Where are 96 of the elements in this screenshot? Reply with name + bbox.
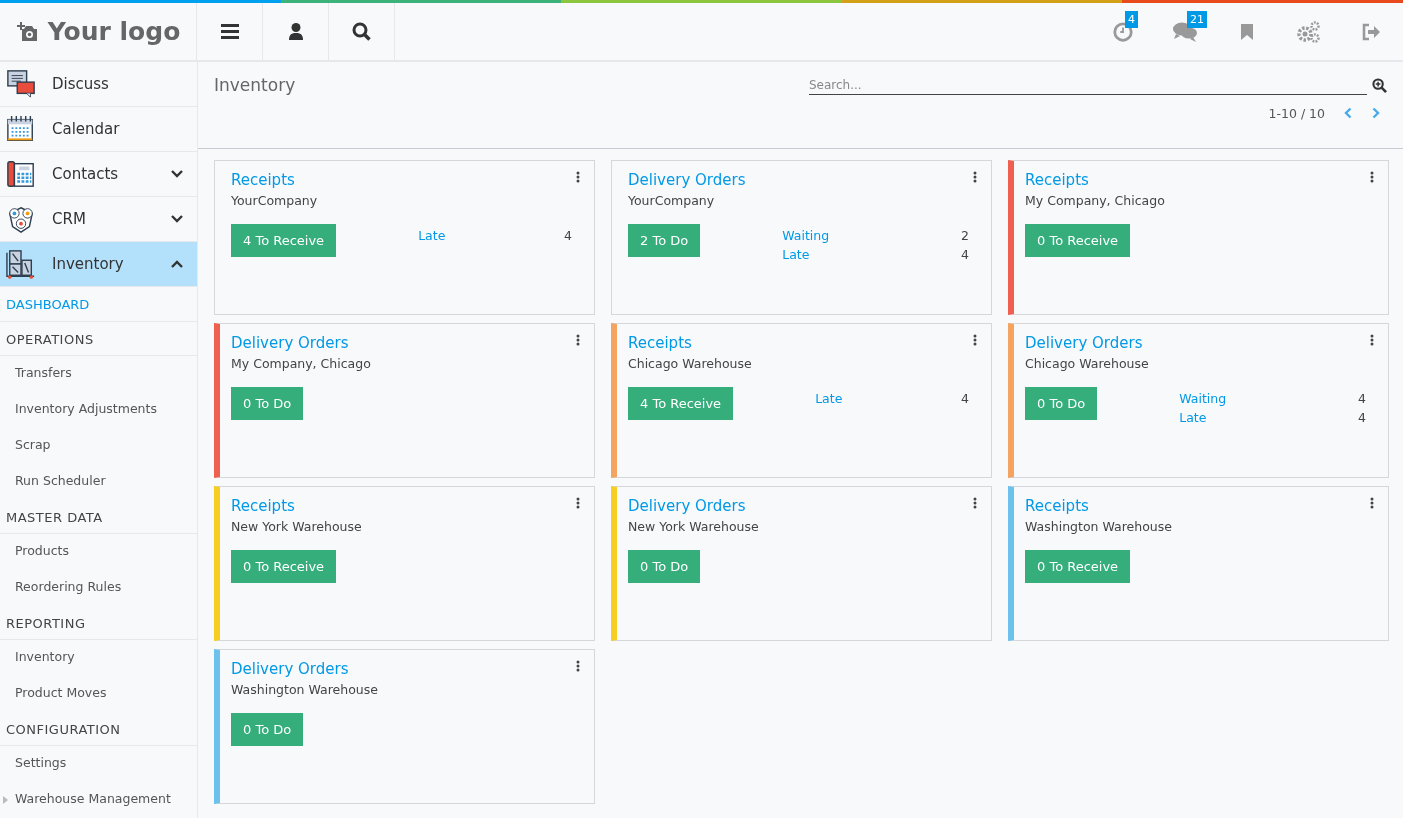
chevron-down-icon [171, 215, 183, 223]
card-subtitle: Washington Warehouse [231, 682, 378, 697]
kebab-menu-icon[interactable] [576, 497, 580, 509]
stat-link[interactable]: Late [418, 226, 446, 245]
chevron-right-icon [1372, 107, 1380, 119]
camera-icon [15, 21, 38, 42]
menu-section-header: REPORTING [0, 606, 197, 640]
logo-text: Your logo [47, 17, 181, 46]
stat-value: 4 [564, 227, 572, 245]
card-title-link[interactable]: Delivery Orders [628, 171, 746, 189]
stat-link[interactable]: Late [782, 245, 810, 264]
kebab-menu-icon[interactable] [973, 171, 977, 183]
card-title-link[interactable]: Receipts [628, 334, 752, 352]
card-subtitle: My Company, Chicago [231, 356, 371, 371]
menu-item[interactable]: Settings [0, 746, 197, 782]
chat-bubbles-icon [6, 69, 36, 99]
card-subtitle: Chicago Warehouse [628, 356, 752, 371]
card-title-link[interactable]: Receipts [1025, 171, 1165, 189]
card-title-link[interactable]: Delivery Orders [628, 497, 759, 515]
pager-value: 1-10 / 10 [1268, 105, 1325, 121]
menu-section-header: MASTER DATA [0, 500, 197, 534]
boxes-cart-icon [6, 249, 36, 279]
kebab-menu-icon[interactable] [1370, 334, 1374, 346]
menu-item[interactable]: Inventory Adjustments [0, 392, 197, 428]
kebab-menu-icon[interactable] [576, 334, 580, 346]
card-title-link[interactable]: Delivery Orders [231, 334, 371, 352]
menu-item[interactable]: Transfers [0, 356, 197, 392]
menu-link[interactable]: DASHBOARD [0, 287, 197, 322]
action-button[interactable]: 0 To Do [628, 550, 701, 583]
kebab-menu-icon[interactable] [973, 334, 977, 346]
stat-value: 4 [961, 390, 969, 408]
card-title-link[interactable]: Receipts [1025, 497, 1172, 515]
stat-value: 2 [961, 227, 969, 245]
zoom-in-icon[interactable] [1372, 78, 1387, 93]
stat-link[interactable]: Late [1179, 408, 1207, 427]
gears-icon[interactable] [1297, 20, 1321, 43]
counter-badge: 21 [1187, 11, 1207, 28]
menu-icon [220, 24, 239, 39]
app-menu-item[interactable]: Calendar [0, 107, 197, 152]
card-subtitle: Chicago Warehouse [1025, 356, 1149, 371]
menu-item[interactable]: Scrap [0, 428, 197, 464]
card-subtitle: My Company, Chicago [1025, 193, 1165, 208]
app-menu-item[interactable]: Contacts [0, 152, 197, 197]
card-title-link[interactable]: Receipts [231, 497, 362, 515]
stat-value: 4 [1358, 390, 1366, 408]
action-button[interactable]: 4 To Receive [628, 387, 734, 420]
kebab-menu-icon[interactable] [1370, 171, 1374, 183]
card-subtitle: Washington Warehouse [1025, 519, 1172, 534]
card-subtitle: YourCompany [628, 193, 716, 208]
search-icon [352, 22, 371, 41]
app-menu-item[interactable]: Discuss [0, 62, 197, 107]
menu-item[interactable]: Run Scheduler [0, 464, 197, 500]
stat-link[interactable]: Waiting [1179, 389, 1227, 408]
menu-section-header: OPERATIONS [0, 322, 197, 356]
stat-link[interactable]: Late [815, 389, 843, 408]
kebab-menu-icon[interactable] [973, 497, 977, 509]
action-button[interactable]: 4 To Receive [231, 224, 337, 257]
user-icon [288, 23, 303, 40]
phone-directory-icon [6, 159, 36, 189]
page-title: Inventory [214, 74, 296, 95]
app-menu-item[interactable]: Inventory [0, 242, 197, 287]
action-button[interactable]: 0 To Do [1025, 387, 1098, 420]
card-title-link[interactable]: Receipts [231, 171, 318, 189]
card-title-link[interactable]: Delivery Orders [1025, 334, 1149, 352]
kebab-menu-icon[interactable] [576, 171, 580, 183]
menu-item[interactable]: Reordering Rules [0, 570, 197, 606]
counter-badge: 4 [1125, 11, 1138, 28]
card-subtitle: YourCompany [231, 193, 318, 208]
stat-link[interactable]: Waiting [782, 226, 830, 245]
chevron-up-icon [171, 260, 183, 268]
menu-item[interactable]: Inventory [0, 640, 197, 676]
action-button[interactable]: 0 To Receive [1025, 224, 1131, 257]
card-title-link[interactable]: Delivery Orders [231, 660, 378, 678]
caret-right-icon [3, 796, 8, 804]
kebab-menu-icon[interactable] [1370, 497, 1374, 509]
card-subtitle: New York Warehouse [628, 519, 759, 534]
bookmark-icon[interactable] [1240, 22, 1254, 41]
kebab-menu-icon[interactable] [576, 660, 580, 672]
card-subtitle: New York Warehouse [231, 519, 362, 534]
calendar-icon [6, 114, 36, 144]
chevron-down-icon [171, 170, 183, 178]
search-field[interactable]: Search... [809, 76, 1367, 95]
action-button[interactable]: 0 To Receive [1025, 550, 1131, 583]
stat-value: 4 [1358, 409, 1366, 427]
action-button[interactable]: 0 To Do [231, 387, 304, 420]
action-button[interactable]: 0 To Do [231, 713, 304, 746]
menu-item[interactable]: Product Moves [0, 676, 197, 712]
chevron-left-icon [1344, 107, 1352, 119]
people-network-icon [6, 204, 36, 234]
menu-item[interactable]: Products [0, 534, 197, 570]
logout-icon[interactable] [1361, 22, 1381, 41]
action-button[interactable]: 2 To Do [628, 224, 701, 257]
stat-value: 4 [961, 246, 969, 264]
menu-item[interactable]: Warehouse Management [0, 782, 197, 818]
menu-section-header: CONFIGURATION [0, 712, 197, 746]
action-button[interactable]: 0 To Receive [231, 550, 337, 583]
